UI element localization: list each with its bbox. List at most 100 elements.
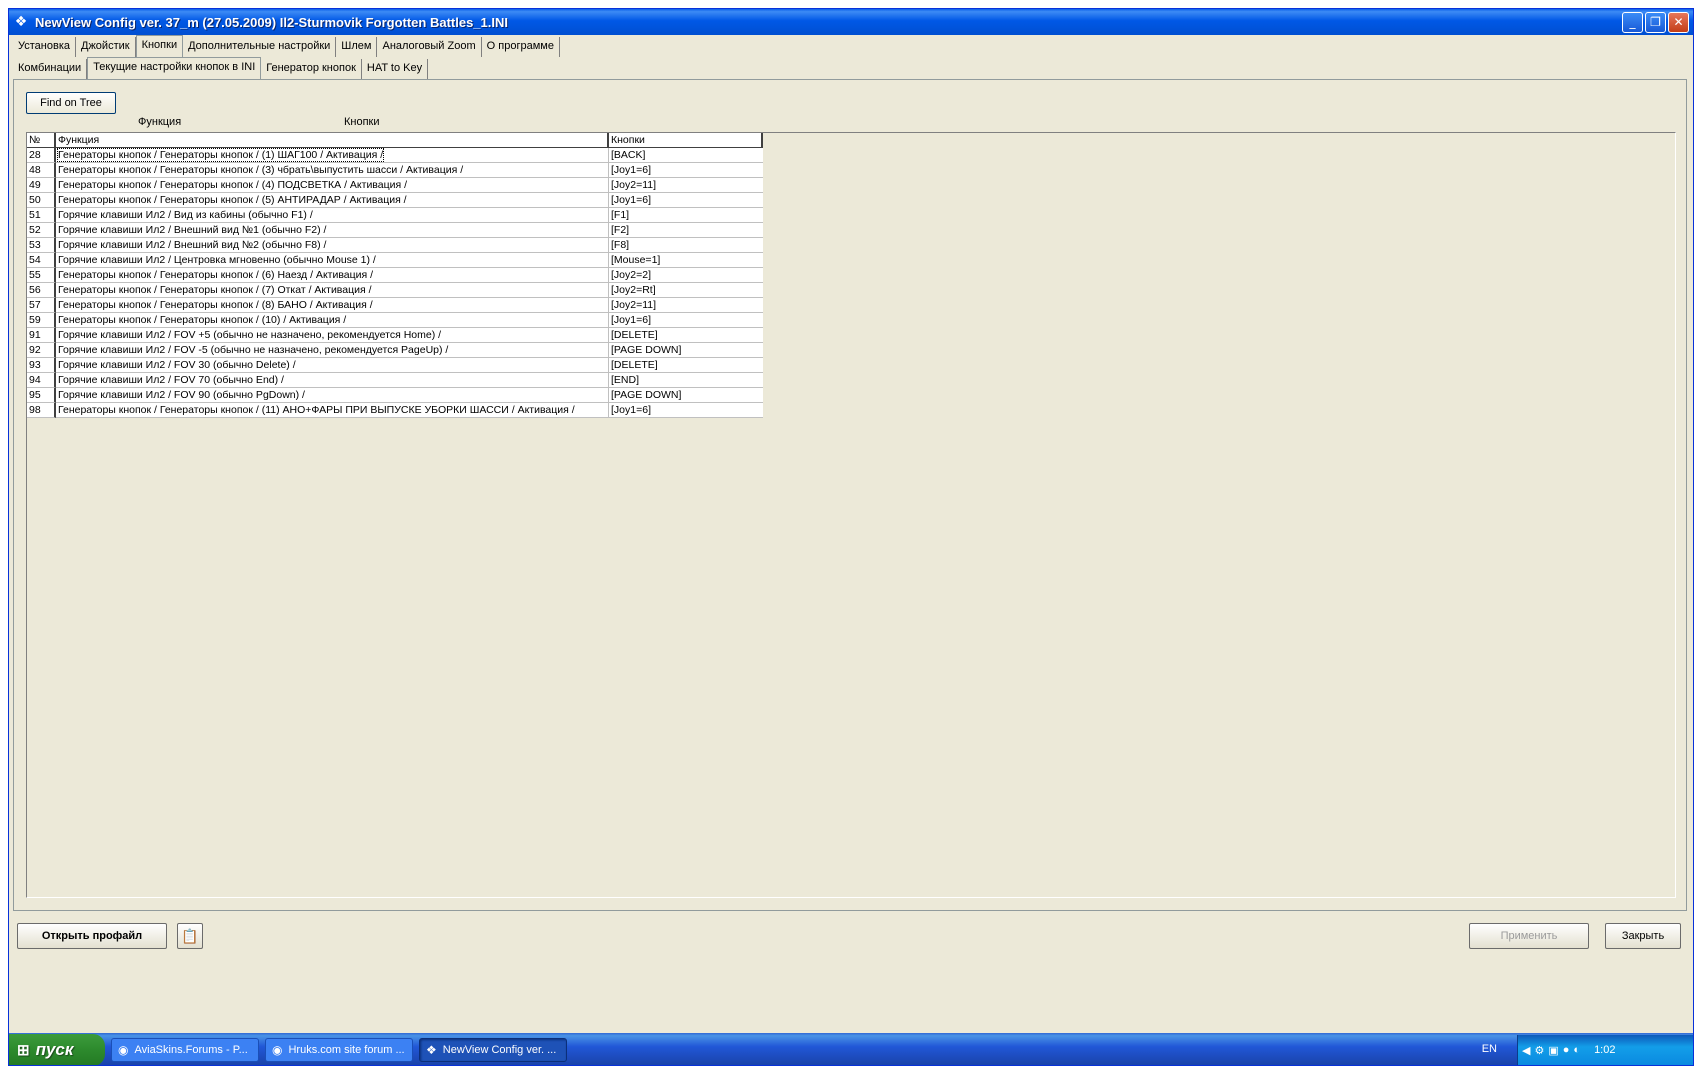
table-row[interactable]: 28 Генераторы кнопок / Генераторы кнопок … (27, 148, 763, 163)
volume-icon[interactable]: ◐ (1573, 1044, 1580, 1056)
row-function[interactable]: Горячие клавиши Ил2 / FOV +5 (обычно не … (56, 328, 609, 343)
tab-buttons[interactable]: Кнопки (135, 35, 184, 57)
row-function[interactable]: Генераторы кнопок / Генераторы кнопок / … (56, 268, 609, 283)
row-number[interactable]: 51 (27, 208, 56, 223)
row-buttons[interactable]: [PAGE DOWN] (609, 388, 763, 403)
row-buttons[interactable]: [PAGE DOWN] (609, 343, 763, 358)
row-function[interactable]: Горячие клавиши Ил2 / Внешний вид №1 (об… (56, 223, 609, 238)
row-function[interactable]: Горячие клавиши Ил2 / FOV 70 (обычно End… (56, 373, 609, 388)
row-buttons[interactable]: [END] (609, 373, 763, 388)
table-row[interactable]: 57 Генераторы кнопок / Генераторы кнопок … (27, 298, 763, 313)
row-buttons[interactable]: [Joy1=6] (609, 313, 763, 328)
table-row[interactable]: 53 Горячие клавиши Ил2 / Внешний вид №2 (… (27, 238, 763, 253)
row-number[interactable]: 57 (27, 298, 56, 313)
table-row[interactable]: 98 Генераторы кнопок / Генераторы кнопок … (27, 403, 763, 418)
table-row[interactable]: 95 Горячие клавиши Ил2 / FOV 90 (обычно P… (27, 388, 763, 403)
row-buttons[interactable]: [DELETE] (609, 328, 763, 343)
row-function[interactable]: Горячие клавиши Ил2 / Вид из кабины (обы… (56, 208, 609, 223)
row-number[interactable]: 55 (27, 268, 56, 283)
table-row[interactable]: 50 Генераторы кнопок / Генераторы кнопок … (27, 193, 763, 208)
restore-button[interactable]: ❐ (1645, 12, 1666, 33)
row-number[interactable]: 50 (27, 193, 56, 208)
table-row[interactable]: 56 Генераторы кнопок / Генераторы кнопок … (27, 283, 763, 298)
tab-additional-settings[interactable]: Дополнительные настройки (183, 37, 337, 57)
row-buttons[interactable]: [Joy1=6] (609, 403, 763, 418)
row-buttons[interactable]: [BACK] (609, 148, 763, 163)
row-number[interactable]: 94 (27, 373, 56, 388)
taskbar-item-newview[interactable]: ❖ NewView Config ver. ... (419, 1038, 567, 1062)
row-function[interactable]: Генераторы кнопок / Генераторы кнопок / … (56, 313, 609, 328)
start-button[interactable]: ⊞ пуск (9, 1034, 105, 1065)
taskbar-item-hruks[interactable]: ◉ Hruks.com site forum ... (265, 1038, 413, 1062)
row-number[interactable]: 48 (27, 163, 56, 178)
row-buttons[interactable]: [F2] (609, 223, 763, 238)
back-arrow-icon[interactable]: ◀ (1522, 1044, 1530, 1057)
table-row[interactable]: 55 Генераторы кнопок / Генераторы кнопок … (27, 268, 763, 283)
row-buttons[interactable]: [Joy1=6] (609, 193, 763, 208)
row-buttons[interactable]: [DELETE] (609, 358, 763, 373)
row-number[interactable]: 92 (27, 343, 56, 358)
table-row[interactable]: 91 Горячие клавиши Ил2 / FOV +5 (обычно н… (27, 328, 763, 343)
monitor-icon[interactable]: ▣ (1548, 1044, 1558, 1057)
row-number[interactable]: 53 (27, 238, 56, 253)
table-row[interactable]: 59 Генераторы кнопок / Генераторы кнопок … (27, 313, 763, 328)
table-row[interactable]: 52 Горячие клавиши Ил2 / Внешний вид №1 (… (27, 223, 763, 238)
tab-hat-to-key[interactable]: HAT to Key (362, 59, 429, 79)
tab-helmet[interactable]: Шлем (336, 37, 378, 57)
header-function[interactable]: Функция (56, 133, 609, 148)
open-profile-button[interactable]: Открыть профайл (17, 923, 167, 949)
tab-about[interactable]: О программе (482, 37, 560, 57)
tab-current-ini-buttons[interactable]: Текущие настройки кнопок в INI (87, 57, 262, 79)
header-num[interactable]: № (27, 133, 56, 148)
row-function[interactable]: Горячие клавиши Ил2 / FOV 90 (обычно PgD… (56, 388, 609, 403)
tab-button-generator[interactable]: Генератор кнопок (261, 59, 362, 79)
apply-button[interactable]: Применить (1469, 923, 1589, 949)
network-icon[interactable]: ⚙ (1534, 1044, 1544, 1057)
table-row[interactable]: 54 Горячие клавиши Ил2 / Центровка мгнове… (27, 253, 763, 268)
tab-joystick[interactable]: Джойстик (76, 37, 136, 57)
language-indicator[interactable]: EN (1482, 1043, 1497, 1055)
row-number[interactable]: 59 (27, 313, 56, 328)
status-icon[interactable]: ● (1563, 1044, 1570, 1056)
row-number[interactable]: 49 (27, 178, 56, 193)
row-number[interactable]: 91 (27, 328, 56, 343)
row-number[interactable]: 98 (27, 403, 56, 418)
profile-notes-icon[interactable]: 📋 (177, 923, 203, 949)
close-window-button[interactable]: ✕ (1668, 12, 1689, 33)
taskbar-item-aviaskins[interactable]: ◉ AviaSkins.Forums - P... (111, 1038, 259, 1062)
table-row[interactable]: 92 Горячие клавиши Ил2 / FOV -5 (обычно н… (27, 343, 763, 358)
tab-setup[interactable]: Установка (13, 37, 76, 57)
buttons-grid[interactable]: № Функция Кнопки 28 Генераторы кнопок / Г… (26, 132, 1676, 898)
row-function[interactable]: Горячие клавиши Ил2 / Внешний вид №2 (об… (56, 238, 609, 253)
row-buttons[interactable]: [Joy1=6] (609, 163, 763, 178)
row-buttons[interactable]: [Joy2=Rt] (609, 283, 763, 298)
row-number[interactable]: 52 (27, 223, 56, 238)
table-row[interactable]: 93 Горячие клавиши Ил2 / FOV 30 (обычно D… (27, 358, 763, 373)
row-number[interactable]: 56 (27, 283, 56, 298)
row-buttons[interactable]: [Joy2=11] (609, 298, 763, 313)
row-number[interactable]: 54 (27, 253, 56, 268)
title-bar[interactable]: ❖ NewView Config ver. 37_m (27.05.2009) … (9, 9, 1693, 35)
row-number[interactable]: 95 (27, 388, 56, 403)
row-function[interactable]: Генераторы кнопок / Генераторы кнопок / … (56, 163, 609, 178)
row-buttons[interactable]: [Mouse=1] (609, 253, 763, 268)
close-button[interactable]: Закрыть (1605, 923, 1681, 949)
row-number[interactable]: 28 (27, 148, 56, 163)
row-buttons[interactable]: [F8] (609, 238, 763, 253)
row-function[interactable]: Генераторы кнопок / Генераторы кнопок / … (56, 283, 609, 298)
tab-combinations[interactable]: Комбинации (13, 59, 88, 79)
row-buttons[interactable]: [F1] (609, 208, 763, 223)
row-function[interactable]: Горячие клавиши Ил2 / FOV 30 (обычно Del… (56, 358, 609, 373)
row-function[interactable]: Генераторы кнопок / Генераторы кнопок / … (56, 193, 609, 208)
table-row[interactable]: 49 Генераторы кнопок / Генераторы кнопок … (27, 178, 763, 193)
table-row[interactable]: 94 Горячие клавиши Ил2 / FOV 70 (обычно E… (27, 373, 763, 388)
header-buttons[interactable]: Кнопки (609, 133, 763, 148)
row-buttons[interactable]: [Joy2=2] (609, 268, 763, 283)
row-function[interactable]: Генераторы кнопок / Генераторы кнопок / … (56, 403, 609, 418)
row-function[interactable]: Горячие клавиши Ил2 / FOV -5 (обычно не … (56, 343, 609, 358)
table-row[interactable]: 51 Горячие клавиши Ил2 / Вид из кабины (о… (27, 208, 763, 223)
tab-analog-zoom[interactable]: Аналоговый Zoom (377, 37, 482, 57)
row-function[interactable]: Горячие клавиши Ил2 / Центровка мгновенн… (56, 253, 609, 268)
minimize-button[interactable]: _ (1622, 12, 1643, 33)
row-function[interactable]: Генераторы кнопок / Генераторы кнопок / … (56, 148, 609, 163)
